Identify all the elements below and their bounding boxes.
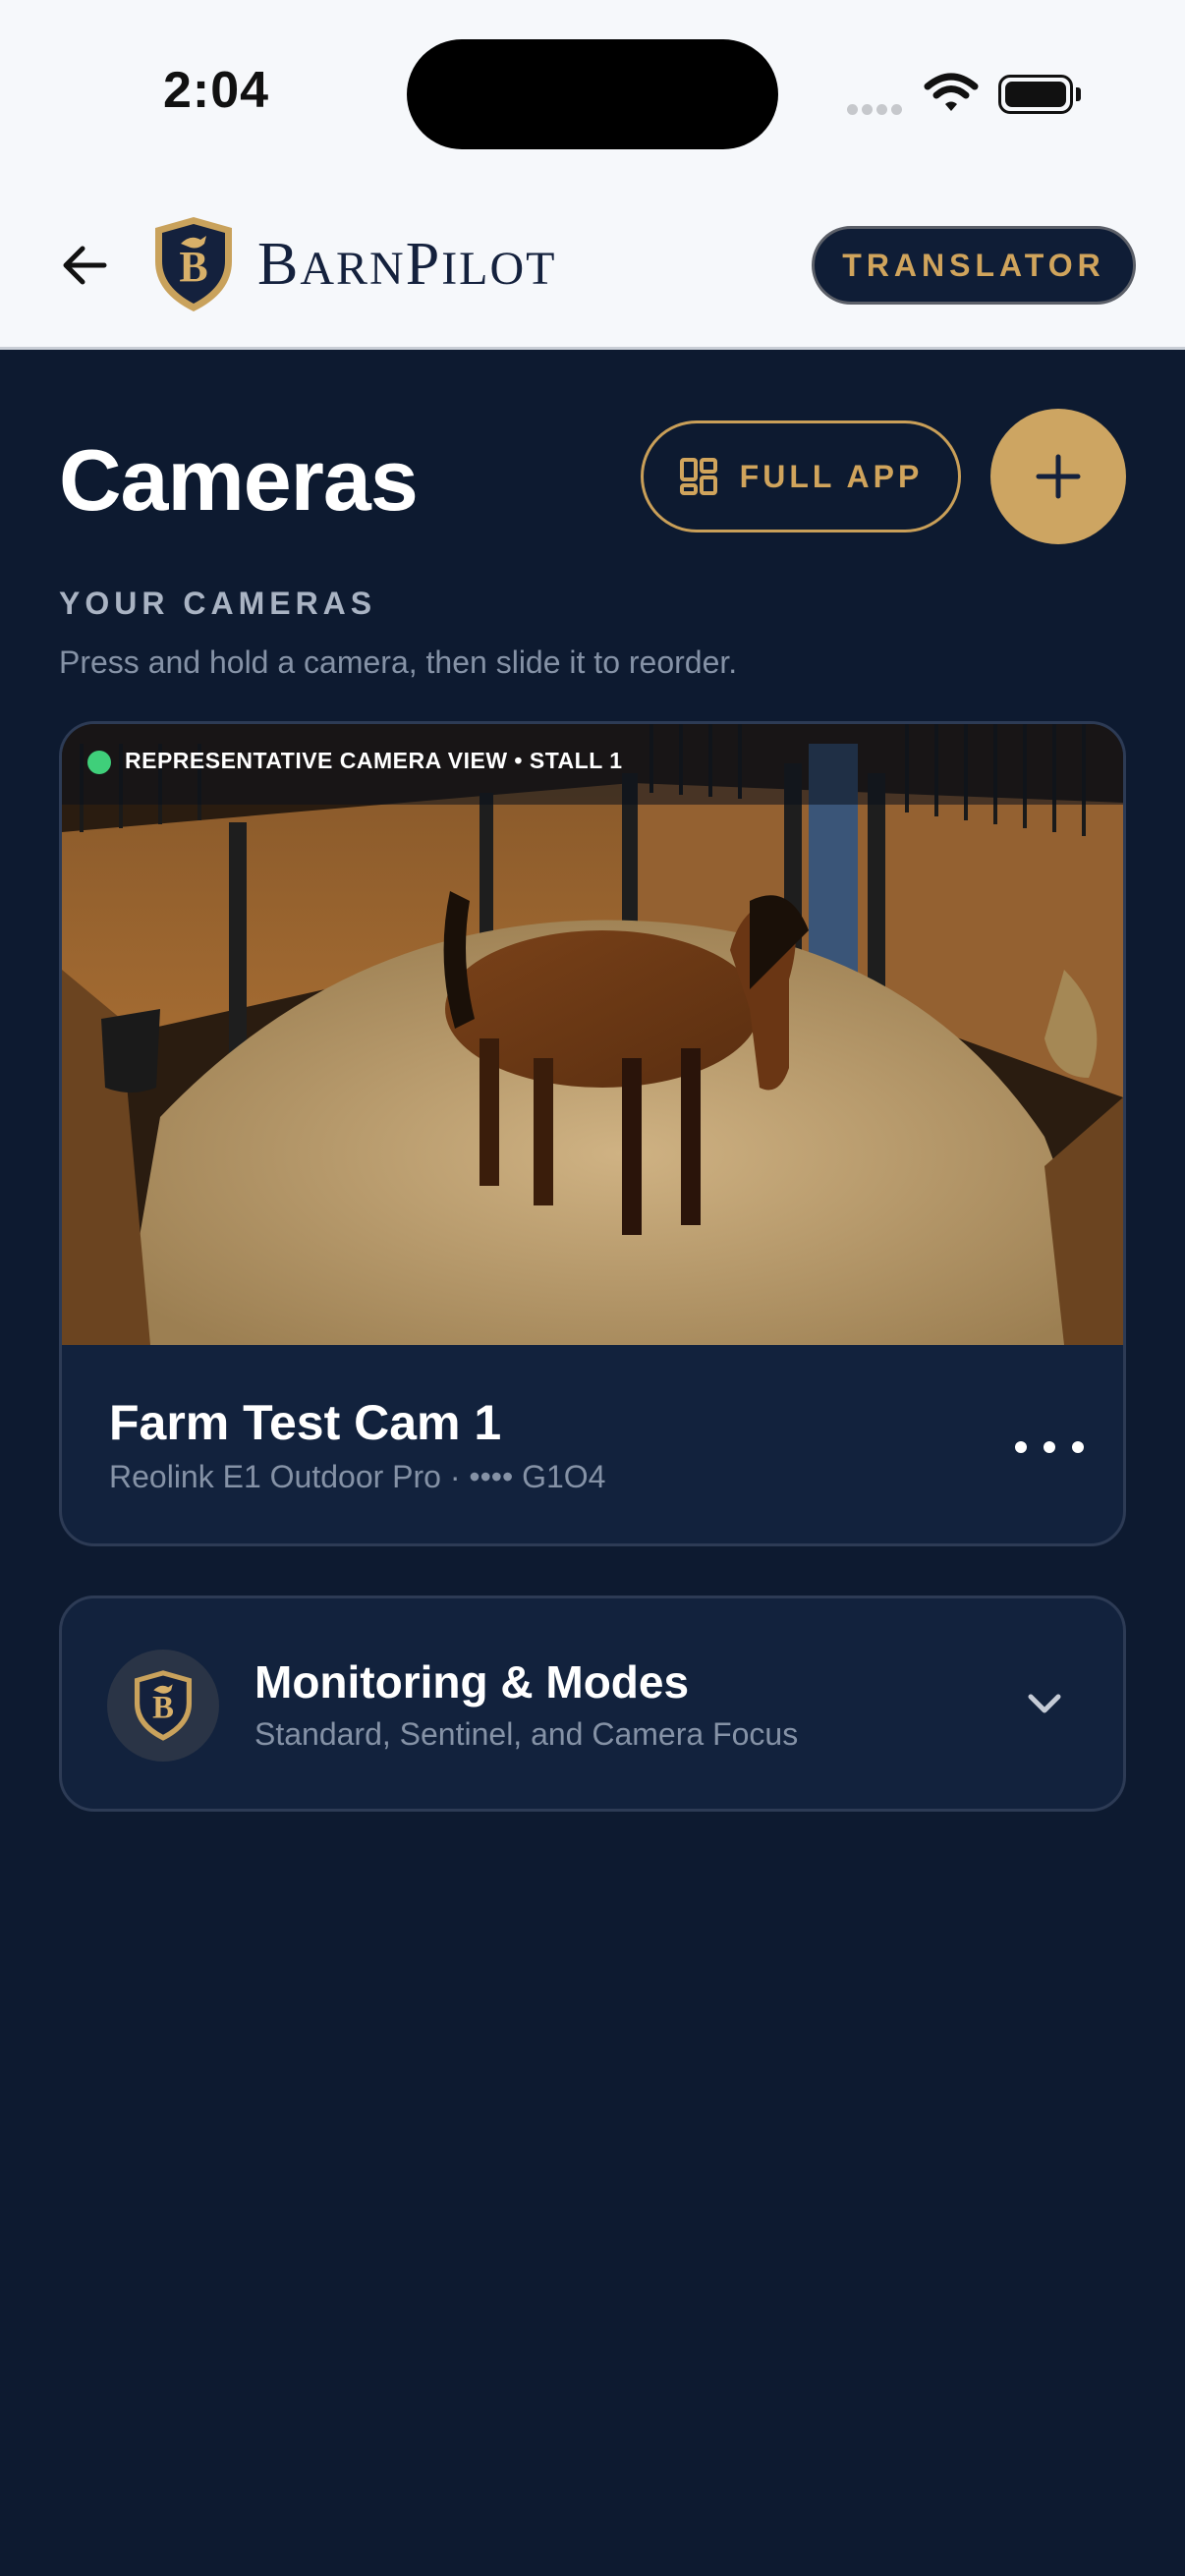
camera-name: Farm Test Cam 1 [109, 1395, 502, 1450]
monitoring-subtitle: Standard, Sentinel, and Camera Focus [254, 1716, 799, 1752]
translator-button[interactable]: TRANSLATOR [812, 226, 1136, 305]
svg-text:B: B [179, 243, 207, 291]
dynamic-island [407, 39, 778, 149]
monitoring-modes-card[interactable]: B Monitoring & Modes Standard, Sentinel,… [59, 1596, 1126, 1812]
camera-model: Reolink E1 Outdoor Pro · •••• G1O4 [109, 1459, 606, 1494]
brand-wordmark: BARNPILOT [257, 231, 557, 298]
page-title: Cameras [59, 431, 419, 529]
full-app-button[interactable]: FULL APP [641, 420, 961, 532]
full-app-label: FULL APP [739, 458, 924, 494]
status-time: 2:04 [162, 62, 270, 119]
cellular-signal-icon [847, 102, 906, 120]
battery-icon [998, 75, 1081, 114]
shield-logo-icon: B [155, 217, 232, 311]
camera-preview-image[interactable] [62, 724, 1123, 1345]
add-camera-button[interactable] [990, 409, 1126, 544]
status-bar: 2:04 [0, 0, 1185, 187]
back-arrow-icon[interactable] [55, 236, 114, 295]
grid-icon [679, 458, 717, 495]
section-label: YOUR CAMERAS [59, 586, 377, 621]
camera-card[interactable]: REPRESENTATIVE CAMERA VIEW • STALL 1 Far… [59, 721, 1126, 1546]
monitoring-title: Monitoring & Modes [254, 1656, 690, 1708]
camera-view-caption: REPRESENTATIVE CAMERA VIEW • STALL 1 [125, 748, 623, 773]
wifi-icon [924, 73, 979, 111]
monitoring-shield-icon: B [107, 1650, 219, 1762]
more-options-icon[interactable] [1015, 1428, 1084, 1467]
plus-icon [1036, 454, 1081, 499]
svg-text:B: B [152, 1691, 174, 1726]
section-hint: Press and hold a camera, then slide it t… [59, 644, 738, 680]
live-status-indicator [87, 751, 111, 774]
chevron-down-icon[interactable] [1025, 1689, 1064, 1716]
app-header: B BARNPILOT TRANSLATOR [0, 187, 1185, 350]
